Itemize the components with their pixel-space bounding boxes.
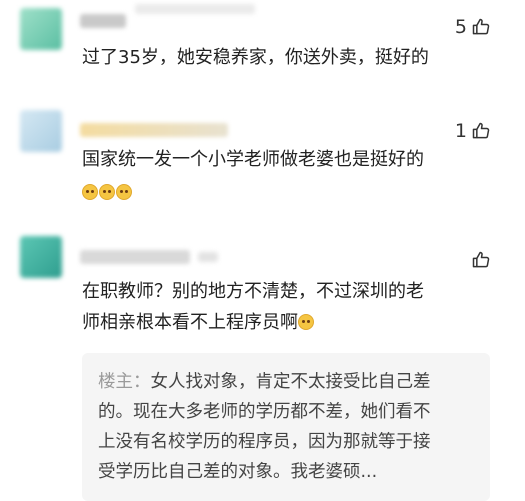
like-count: 5 xyxy=(454,16,467,38)
like-button[interactable]: 5 xyxy=(455,16,491,38)
username-badge-blurred xyxy=(198,252,218,262)
laugh-emoji-icon xyxy=(82,184,98,200)
comment-text: 国家统一发一个小学老师做老婆也是挺好的 xyxy=(82,149,424,170)
quote-line-1: 楼主：女人找对象，肯定不太接受比自己差 xyxy=(98,367,482,397)
thumbs-up-icon xyxy=(472,18,490,35)
quote-line-4: 受学历比自己差的对象。我老婆硕... xyxy=(98,462,378,482)
username-blurred[interactable] xyxy=(80,14,126,28)
username-blurred[interactable] xyxy=(80,123,228,137)
quote-author-label: 楼主： xyxy=(98,372,151,392)
cry-laugh-emoji-icon xyxy=(298,314,314,330)
comment-text-line-2: 师相亲根本看不上程序员啊 xyxy=(82,309,314,337)
quoted-reply-text: 楼主：女人找对象，肯定不太接受比自己差 的。现在大多老师的学历都不差，她们看不 … xyxy=(98,367,482,487)
username-blurred[interactable] xyxy=(80,250,190,264)
emoji-row xyxy=(82,184,132,200)
quoted-reply-box[interactable]: 楼主：女人找对象，肯定不太接受比自己差 的。现在大多老师的学历都不差，她们看不 … xyxy=(82,353,490,501)
laugh-emoji-icon xyxy=(116,184,132,200)
like-count: 1 xyxy=(454,120,467,142)
avatar[interactable] xyxy=(20,236,62,278)
like-button[interactable] xyxy=(467,250,491,270)
thumbs-up-icon xyxy=(472,122,490,139)
avatar[interactable] xyxy=(20,110,62,152)
quote-line-1-text: 女人找对象，肯定不太接受比自己差 xyxy=(150,372,431,392)
comment-text-line-1: 在职教师？别的地方不清楚，不过深圳的老 xyxy=(82,281,424,302)
quote-line-2: 的。现在大多老师的学历都不差，她们看不 xyxy=(98,402,431,422)
comment-text: 过了35岁，她安稳养家，你送外卖，挺好的 xyxy=(82,47,429,68)
username-blurred-tail xyxy=(135,4,255,14)
avatar[interactable] xyxy=(20,8,62,50)
like-button[interactable]: 1 xyxy=(455,120,491,142)
laugh-emoji-icon xyxy=(99,184,115,200)
thumbs-up-icon xyxy=(472,251,490,268)
comment-text-line-2-content: 师相亲根本看不上程序员啊 xyxy=(82,312,298,333)
quote-line-3: 上没有名校学历的程序员，因为那就等于接 xyxy=(98,432,431,452)
